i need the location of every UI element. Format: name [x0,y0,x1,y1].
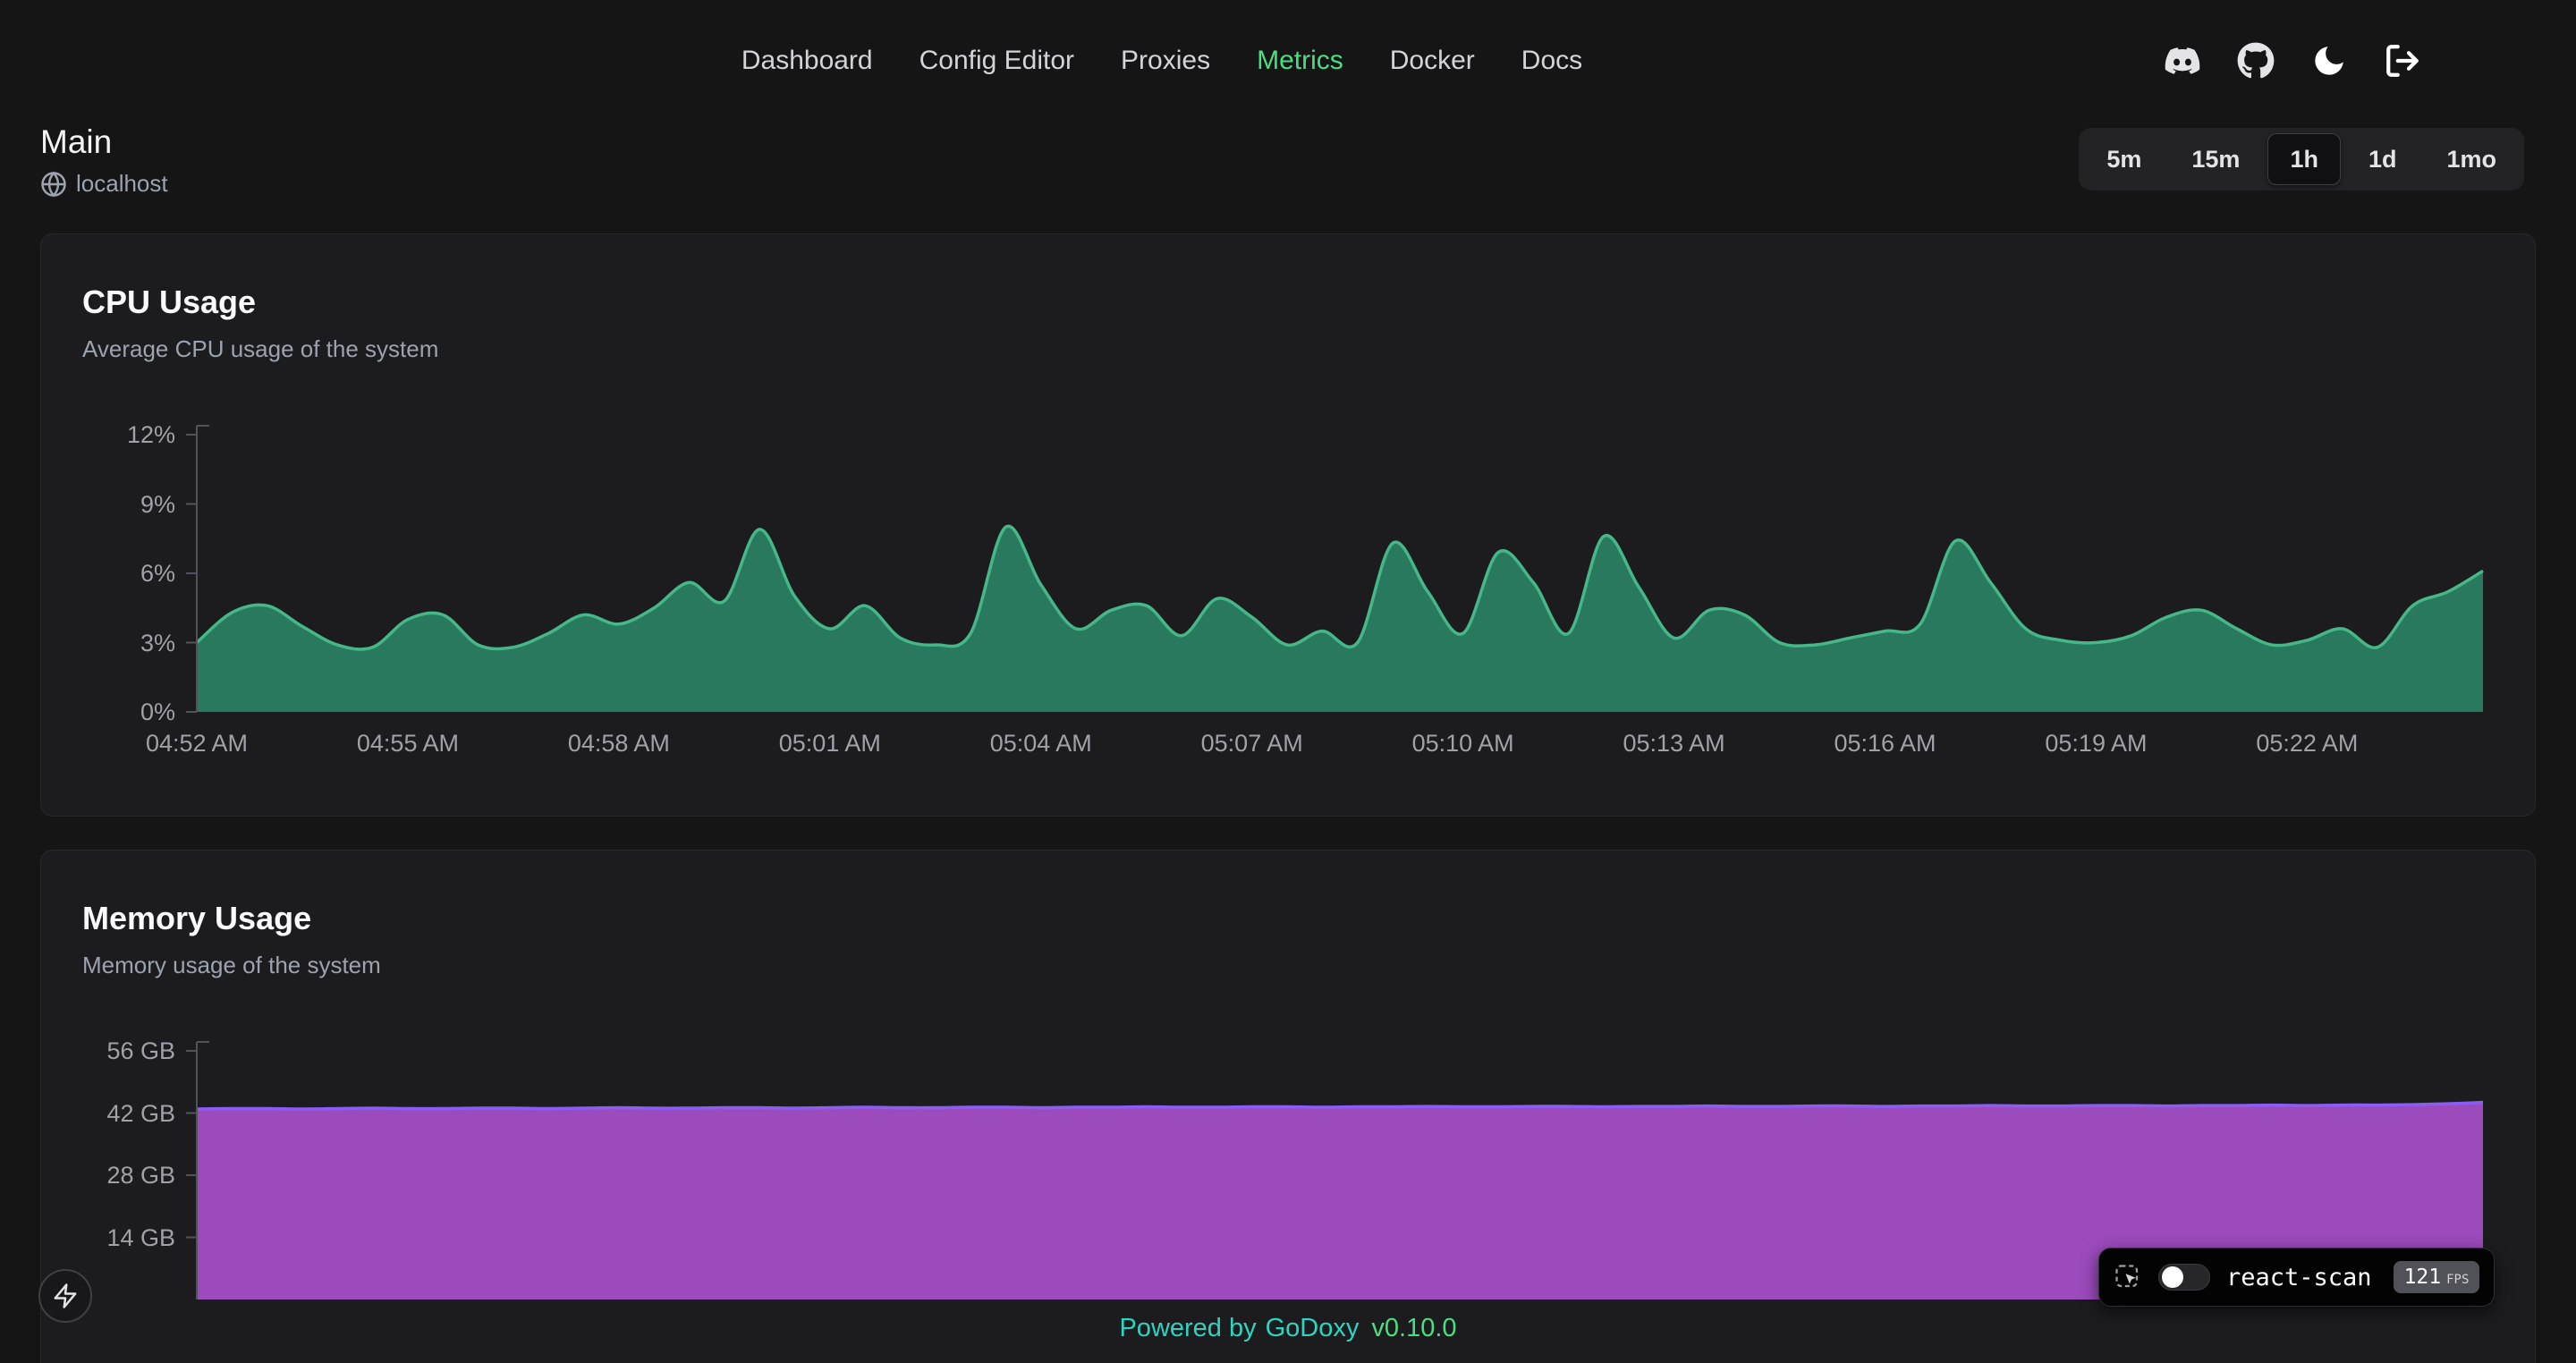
time-range-15m[interactable]: 15m [2169,133,2262,185]
react-scan-toggle[interactable] [2158,1264,2210,1291]
cpu-usage-card: CPU Usage Average CPU usage of the syste… [40,233,2536,817]
version-text: v0.10.0 [1371,1314,1456,1342]
y-tick-label: 0% [41,698,175,726]
cpu-usage-chart[interactable]: 0% 3% 6% 9% 12% 04:52 AM 04:55 AM 04:58 AM 05:01… [41,411,2535,769]
y-tick-label: 12% [41,420,175,449]
x-tick-label: 04:55 AM [318,730,497,758]
cpu-card-subtitle: Average CPU usage of the system [82,334,2535,363]
react-scan-label: react-scan [2226,1264,2372,1291]
time-range-1mo[interactable]: 1mo [2424,133,2519,185]
nav-item-docker[interactable]: Docker [1390,46,1475,76]
header-icons [2163,0,2422,122]
subheader: Main localhost 5m15m1h1d1mo [40,122,2536,207]
toggle-knob [2162,1266,2183,1288]
memory-card-title: Memory Usage [82,899,2535,938]
x-tick-label: 05:07 AM [1163,730,1342,758]
y-tick-label: 3% [41,629,175,657]
fps-unit: FPS [2446,1273,2469,1287]
area-stroke [197,526,2483,649]
nav-item-proxies[interactable]: Proxies [1121,46,1210,76]
x-tick-label: 04:58 AM [530,730,708,758]
x-tick-label: 05:22 AM [2217,730,2396,758]
x-tick-label: 05:16 AM [1796,730,1975,758]
react-scan-widget[interactable]: react-scan 121 FPS [2098,1248,2495,1307]
nav-item-docs[interactable]: Docs [1521,46,1582,76]
nav-item-config-editor[interactable]: Config Editor [919,46,1074,76]
x-tick-label: 05:04 AM [952,730,1131,758]
github-icon[interactable] [2236,41,2275,80]
memory-card-subtitle: Memory usage of the system [82,951,2535,979]
main-nav: Dashboard Config Editor Proxies Metrics Dock… [741,0,1582,122]
powered-by-text: Powered by [1119,1314,1256,1342]
time-range-1h[interactable]: 1h [2267,133,2341,185]
fps-badge: 121 FPS [2394,1261,2480,1293]
nav-item-dashboard[interactable]: Dashboard [741,46,873,76]
y-tick-label: 9% [41,490,175,519]
x-tick-label: 05:10 AM [1374,730,1553,758]
discord-icon[interactable] [2163,41,2202,80]
y-tick-label: 6% [41,559,175,588]
x-tick-label: 05:13 AM [1585,730,1764,758]
quick-actions-button[interactable] [38,1269,92,1323]
fps-value: 121 [2404,1266,2442,1289]
chart-svg [41,411,2535,769]
nav-item-metrics[interactable]: Metrics [1257,46,1343,76]
inspect-icon[interactable] [2114,1263,2142,1291]
globe-icon [40,171,67,198]
y-tick-label: 42 GB [41,1099,175,1128]
godoxy-link[interactable]: GoDoxy [1266,1314,1360,1342]
y-tick-label: 28 GB [41,1161,175,1189]
x-tick-label: 05:19 AM [2006,730,2185,758]
theme-moon-icon[interactable] [2309,41,2349,80]
time-range-1d[interactable]: 1d [2346,133,2419,185]
x-tick-label: 04:52 AM [107,730,286,758]
area-fill [197,526,2483,712]
footer: Powered by GoDoxy v0.10.0 [0,1314,2576,1343]
y-tick-label: 56 GB [41,1037,175,1065]
y-tick-label: 14 GB [41,1223,175,1252]
cpu-card-title: CPU Usage [82,283,2535,322]
time-range-5m[interactable]: 5m [2084,133,2164,185]
x-tick-label: 05:01 AM [741,730,919,758]
time-range-selector: 5m15m1h1d1mo [2079,128,2524,190]
top-header: Dashboard Config Editor Proxies Metrics Dock… [0,0,2576,122]
lightning-bolt-icon [52,1283,79,1309]
host-label: localhost [76,170,168,198]
logout-icon[interactable] [2383,41,2422,80]
